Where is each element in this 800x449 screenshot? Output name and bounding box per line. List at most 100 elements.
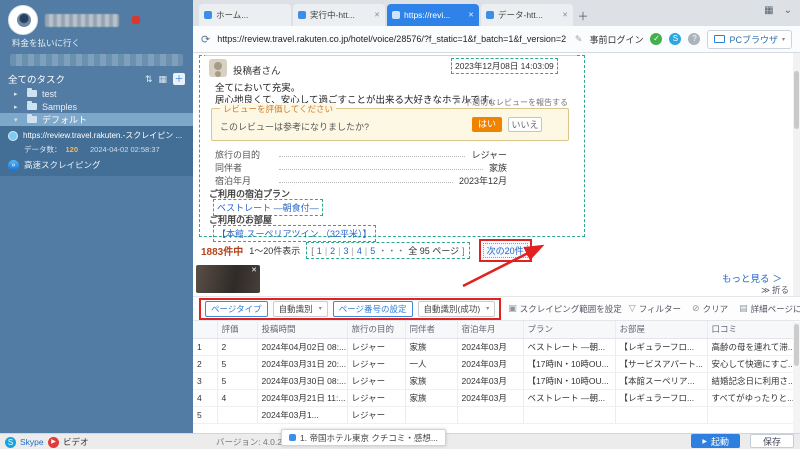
close-icon[interactable]: ✕ [468, 11, 474, 19]
sort-icon[interactable]: ⇅ [145, 74, 153, 84]
page-type-select[interactable]: 自動識別 ▾ [272, 300, 328, 317]
sidebar-folder-samples[interactable]: ▸ Samples [0, 100, 193, 113]
tab-running[interactable]: 実行中-htt... ✕ [293, 4, 385, 26]
address-input[interactable]: https://review.travel.rakuten.co.jp/hote… [217, 34, 568, 44]
tab-data[interactable]: データ-htt... ✕ [481, 4, 573, 26]
dotted-leader [279, 177, 453, 183]
save-button[interactable]: 保存 [749, 434, 794, 448]
detail-label: 宿泊年月 [215, 175, 252, 186]
video-link[interactable]: ▶ ビデオ [48, 434, 89, 449]
table-row[interactable]: 5 2024年03月1... レジャー [193, 406, 794, 424]
row-number-cell: 2 [193, 355, 218, 373]
tab-favicon [298, 11, 306, 19]
pay-fees-link[interactable]: 料金を払いに行く [0, 37, 193, 49]
column-header[interactable]: お部屋 [615, 321, 708, 339]
edit-url-icon[interactable]: ✎ [575, 34, 583, 45]
panel-scrollbar[interactable] [793, 322, 800, 433]
page-scrollbar[interactable] [793, 53, 800, 296]
close-icon[interactable]: ✕ [374, 11, 380, 19]
dotted-leader [279, 164, 483, 170]
column-header[interactable]: 口コミ [707, 321, 794, 339]
prelogin-button[interactable]: 事前ログイン [589, 33, 643, 46]
chevron-down-icon: ▾ [14, 116, 18, 124]
sidebar-folder-default[interactable]: ▾ デフォルト [0, 113, 193, 126]
running-task-tab[interactable]: 1. 帝国ホテル東京 クチコミ・感想... [281, 429, 446, 446]
detail-row: 宿泊年月 2023年12月 [215, 174, 507, 186]
collapse-panel-button[interactable]: ≫ 折る [758, 284, 792, 296]
task-item[interactable]: https://review.travel.rakuten.-スクレイピン ..… [0, 126, 193, 176]
table-cell [217, 406, 258, 424]
scrollbar-thumb[interactable] [794, 71, 799, 129]
page-type-button[interactable]: ページタイプ [205, 300, 268, 317]
scrollbar-thumb[interactable] [794, 324, 799, 366]
result-count: 1883件中 [201, 247, 244, 258]
column-header[interactable]: プラン [523, 321, 616, 339]
page-link[interactable]: 4 [357, 246, 370, 256]
column-header[interactable]: 評価 [217, 321, 258, 339]
table-cell: 2024年04月02日 08:... [257, 338, 348, 356]
page-number-button[interactable]: ページ番号の設定 [332, 300, 413, 317]
tab-review-page-active[interactable]: https://revi... ✕ [387, 4, 479, 26]
hotel-photo-thumbnail[interactable]: ✕ [196, 265, 260, 293]
notification-badge-icon [132, 16, 140, 24]
folder-icon [27, 88, 37, 97]
s-badge-icon[interactable]: S [669, 33, 682, 45]
close-icon[interactable]: ✕ [251, 266, 257, 274]
clear-icon: ⊘ [692, 303, 700, 313]
column-header[interactable]: 宿泊年月 [457, 321, 524, 339]
table-row[interactable]: 4 4 2024年03月21日 11:... レジャー 家族 2024年03月 ベストレート… [193, 389, 794, 407]
close-icon[interactable]: ✕ [562, 11, 568, 19]
table-row[interactable]: 3 5 2024年03月30日 08:... レジャー 家族 2024年03月 【17時IN… [193, 372, 794, 390]
report-review-link[interactable]: ⚑ 不適切なレビューを報告する [454, 97, 568, 108]
helpful-question: このレビューは参考になりましたか? [220, 122, 370, 132]
table-cell [707, 406, 794, 424]
review-date-selected[interactable]: 2023年12月08日 14:03:09 [451, 58, 558, 74]
pc-browser-button[interactable]: PCブラウザ ▾ [707, 29, 792, 49]
all-tasks-row[interactable]: 全てのタスク ⇅ ▦ ＋ [0, 70, 193, 87]
tab-label: https://revi... [404, 10, 451, 20]
clear-button[interactable]: ⊘ クリア [692, 303, 728, 315]
add-task-button[interactable]: ＋ [173, 72, 185, 85]
tab-home[interactable]: ホーム... [199, 4, 291, 26]
refresh-icon[interactable]: ⟳ [201, 33, 210, 46]
folder-label: デフォルト [42, 115, 88, 125]
skype-link[interactable]: S Skype [5, 434, 44, 449]
new-tab-button[interactable]: ＋ [575, 8, 591, 26]
column-header[interactable]: 同伴者 [405, 321, 458, 339]
column-header[interactable]: 投稿時間 [257, 321, 348, 339]
page-link[interactable]: 1 [317, 246, 330, 256]
page-links-selected: [ 1 2 3 4 5 ・・・ 全 95 ページ ] [306, 242, 470, 259]
sidebar-folder-test[interactable]: ▸ test [0, 87, 193, 100]
chevron-down-icon[interactable]: ⌄ [784, 5, 792, 16]
page-link[interactable]: 2 [330, 246, 343, 256]
row-number-cell: 4 [193, 389, 218, 407]
data-preview-panel: ≫ 折る ページタイプ 自動識別 ▾ ページ番号の設定 自動識別(成功) ▾ ▣… [193, 284, 800, 433]
column-header[interactable]: 旅行の目的 [347, 321, 406, 339]
folder-icon [27, 114, 37, 123]
page-number-select[interactable]: 自動識別(成功) ▾ [417, 300, 496, 317]
detail-value: 2023年12月 [458, 175, 507, 186]
table-cell [457, 406, 524, 424]
help-icon[interactable]: ? [688, 33, 701, 45]
octoparse-logo-icon [8, 5, 38, 35]
filter-button[interactable]: ▽ フィルター [629, 303, 681, 315]
grid-view-icon[interactable]: ▦ [158, 74, 167, 84]
launch-button[interactable]: ▶ 起動 [691, 434, 740, 448]
chevron-down-icon: ▾ [486, 306, 490, 312]
table-cell: 家族 [405, 338, 458, 356]
goto-detail-page-button[interactable]: ▤ 詳細ページに行く [739, 303, 800, 315]
page-link[interactable]: 5 [370, 246, 375, 256]
table-row[interactable]: 1 2 2024年04月02日 08:... レジャー 家族 2024年03月 ベストレート… [193, 338, 794, 356]
table-row[interactable]: 2 5 2024年03月31日 20:... レジャー 一人 2024年03月 【17時IN… [193, 355, 794, 373]
status-green-icon[interactable]: ✓ [650, 33, 663, 45]
table-cell: 安心して快適にすご... [707, 355, 794, 373]
table-cell: レジャー [347, 406, 406, 424]
next-page-link[interactable]: 次の20件 [482, 243, 528, 258]
set-scrape-range-button[interactable]: ▣ スクレイピング範囲を設定 [508, 303, 622, 315]
no-button[interactable]: いいえ [508, 117, 542, 132]
see-more-link[interactable]: もっと見る ＞ [722, 271, 782, 285]
yes-button[interactable]: はい [472, 117, 502, 132]
preview-table-body: 1 2 2024年04月02日 08:... レジャー 家族 2024年03月 ベストレート… [193, 338, 794, 424]
page-link[interactable]: 3 [344, 246, 357, 256]
layout-grid-icon[interactable]: ▦ [764, 5, 773, 16]
